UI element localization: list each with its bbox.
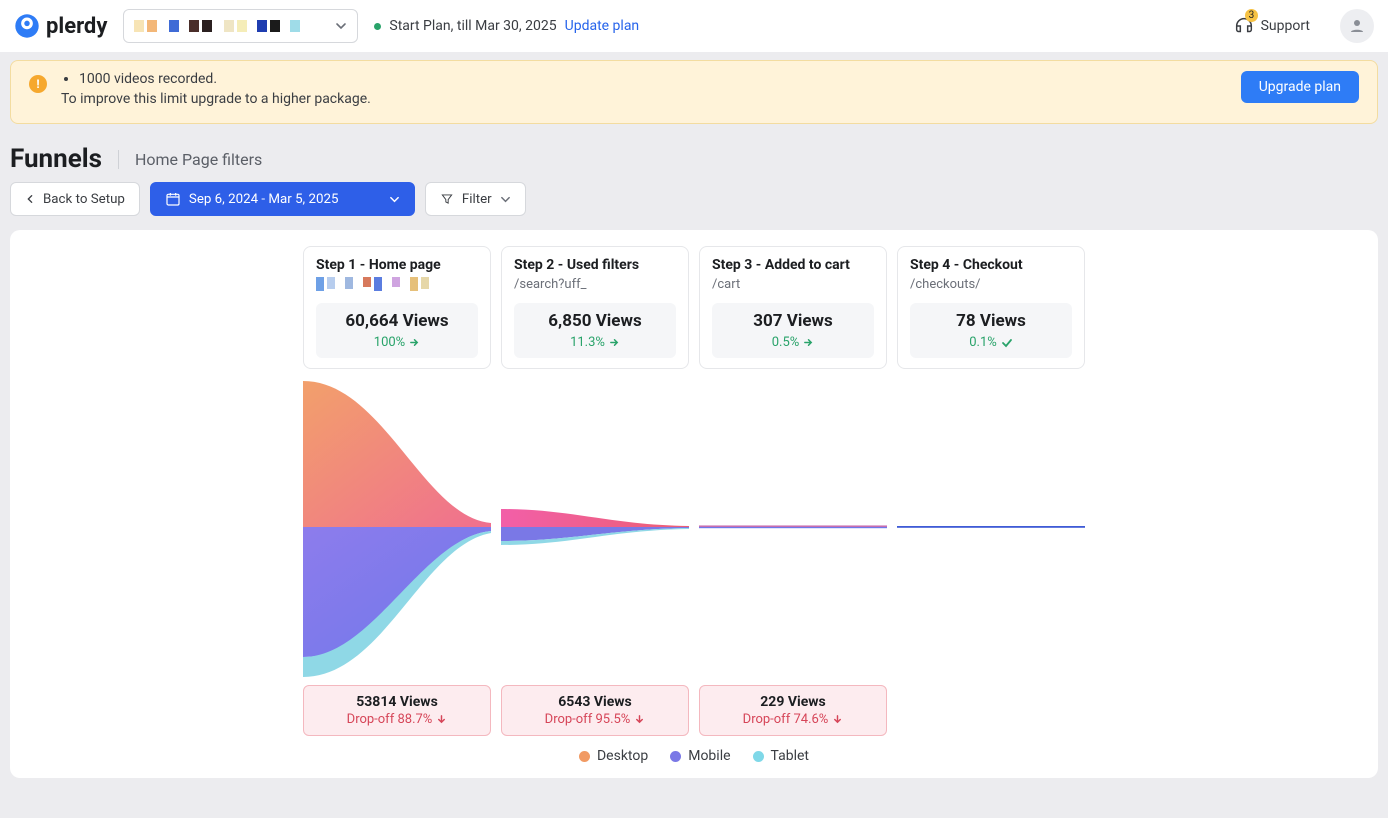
date-range-label: Sep 6, 2024 - Mar 5, 2025 — [189, 192, 339, 207]
step-header: Step 2 - Used filters /search?uff_ 6,850… — [501, 246, 689, 369]
arrow-down-icon — [832, 714, 843, 725]
funnel-chart — [501, 377, 689, 677]
calendar-icon — [165, 191, 181, 207]
drop-views: 229 Views — [704, 694, 882, 710]
site-thumb — [134, 20, 300, 32]
banner-bullet: 1000 videos recorded. — [79, 71, 371, 87]
site-selector[interactable] — [123, 9, 358, 43]
views-value: 307 Views — [716, 311, 870, 331]
drop-off-box: 229 Views Drop-off 74.6% — [699, 685, 887, 736]
legend-item-mobile[interactable]: Mobile — [670, 748, 730, 764]
plan-info: Start Plan, till Mar 30, 2025 Update pla… — [374, 18, 639, 34]
page-title: Funnels — [10, 144, 102, 174]
conversion-pct: 0.1% — [914, 335, 1068, 350]
page-subtitle: Home Page filters — [118, 150, 262, 169]
step-path: /checkouts/ — [910, 277, 1072, 295]
status-dot-icon — [374, 23, 381, 30]
drop-pct: Drop-off 88.7% — [308, 712, 486, 727]
funnel-chart — [303, 377, 491, 677]
legend-item-tablet[interactable]: Tablet — [753, 748, 809, 764]
chevron-down-icon — [389, 194, 400, 205]
conversion-pct: 100% — [320, 335, 474, 350]
arrow-right-icon — [803, 337, 814, 348]
support-badge: 3 — [1245, 9, 1259, 22]
chevron-down-icon — [500, 194, 511, 205]
limit-banner: ! 1000 videos recorded. To improve this … — [10, 60, 1378, 124]
chevron-down-icon — [335, 20, 347, 32]
arrow-down-icon — [436, 714, 447, 725]
step-header: Step 1 - Home page 60,664 Views 100% — [303, 246, 491, 369]
swatch-icon — [753, 751, 764, 762]
views-box: 60,664 Views 100% — [316, 303, 478, 358]
swatch-icon — [579, 751, 590, 762]
controls: Back to Setup Sep 6, 2024 - Mar 5, 2025 … — [0, 182, 1388, 230]
step-header: Step 4 - Checkout /checkouts/ 78 Views 0… — [897, 246, 1085, 369]
brand-text: plerdy — [46, 14, 107, 39]
filter-button[interactable]: Filter — [425, 182, 526, 216]
plan-text: Start Plan, till Mar 30, 2025 — [389, 18, 556, 34]
legend-item-desktop[interactable]: Desktop — [579, 748, 648, 764]
funnel-chart — [897, 377, 1085, 677]
legend: Desktop Mobile Tablet — [20, 736, 1368, 768]
arrow-down-icon — [634, 714, 645, 725]
drop-off-box: 6543 Views Drop-off 95.5% — [501, 685, 689, 736]
step-path — [316, 277, 478, 295]
arrow-right-icon — [409, 337, 420, 348]
warning-icon: ! — [29, 75, 47, 93]
upgrade-plan-button[interactable]: Upgrade plan — [1241, 71, 1359, 103]
topbar: plerdy Start Plan, till Mar 30, 2025 Upd… — [0, 0, 1388, 52]
drop-views: 53814 Views — [308, 694, 486, 710]
arrow-right-icon — [609, 337, 620, 348]
funnel-step: Step 2 - Used filters /search?uff_ 6,850… — [501, 246, 689, 736]
views-box: 6,850 Views 11.3% — [514, 303, 676, 358]
filter-label: Filter — [462, 192, 492, 207]
views-box: 78 Views 0.1% — [910, 303, 1072, 358]
drop-off-box: 53814 Views Drop-off 88.7% — [303, 685, 491, 736]
date-range-button[interactable]: Sep 6, 2024 - Mar 5, 2025 — [150, 182, 415, 216]
update-plan-link[interactable]: Update plan — [565, 18, 640, 34]
check-icon — [1001, 337, 1013, 349]
views-value: 78 Views — [914, 311, 1068, 331]
support-button[interactable]: 3 Support — [1233, 15, 1310, 37]
chevron-left-icon — [25, 194, 35, 204]
logo[interactable]: plerdy — [14, 13, 107, 39]
funnel-steps: Step 1 - Home page 60,664 Views 100% — [20, 246, 1368, 736]
person-icon — [1348, 17, 1366, 35]
conversion-pct: 11.3% — [518, 335, 672, 350]
page-header: Funnels Home Page filters — [0, 124, 1388, 182]
swatch-icon — [670, 751, 681, 762]
filter-icon — [440, 192, 454, 206]
funnel-chart — [699, 377, 887, 677]
back-to-setup-button[interactable]: Back to Setup — [10, 182, 140, 216]
back-label: Back to Setup — [43, 192, 125, 207]
drop-views: 6543 Views — [506, 694, 684, 710]
banner-note: To improve this limit upgrade to a highe… — [61, 91, 371, 107]
drop-pct: Drop-off 95.5% — [506, 712, 684, 727]
step-header: Step 3 - Added to cart /cart 307 Views 0… — [699, 246, 887, 369]
funnel-step: Step 3 - Added to cart /cart 307 Views 0… — [699, 246, 887, 736]
funnel-step: Step 4 - Checkout /checkouts/ 78 Views 0… — [897, 246, 1085, 736]
support-label: Support — [1261, 18, 1310, 34]
views-box: 307 Views 0.5% — [712, 303, 874, 358]
step-path: /search?uff_ — [514, 277, 676, 295]
user-avatar[interactable] — [1340, 9, 1374, 43]
drop-pct: Drop-off 74.6% — [704, 712, 882, 727]
step-path: /cart — [712, 277, 874, 295]
views-value: 60,664 Views — [320, 311, 474, 331]
conversion-pct: 0.5% — [716, 335, 870, 350]
funnel-step: Step 1 - Home page 60,664 Views 100% — [303, 246, 491, 736]
funnel-panel: Step 1 - Home page 60,664 Views 100% — [10, 230, 1378, 778]
views-value: 6,850 Views — [518, 311, 672, 331]
logo-icon — [14, 13, 40, 39]
